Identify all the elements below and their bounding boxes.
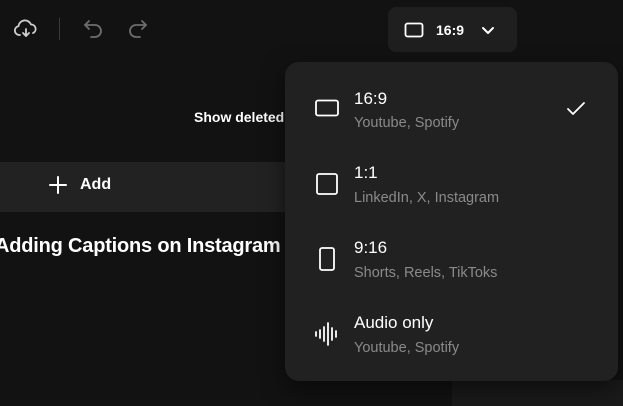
option-title: Audio only bbox=[354, 313, 434, 332]
option-title: 1:1 bbox=[354, 163, 378, 182]
option-subtitle: Youtube, Spotify bbox=[354, 115, 460, 131]
add-button[interactable]: Add bbox=[48, 175, 111, 195]
option-title: 9:16 bbox=[354, 238, 388, 257]
cloud-sync-button[interactable] bbox=[12, 15, 40, 43]
cloud-sync-icon bbox=[13, 19, 37, 37]
rectangle-icon bbox=[404, 22, 424, 37]
add-bar bbox=[0, 162, 300, 212]
project-title[interactable]: Adding Captions on Instagram bbox=[0, 235, 281, 258]
option-16-9[interactable]: 16:9 Youtube, Spotify bbox=[285, 72, 618, 144]
option-subtitle: Shorts, Reels, TikToks bbox=[354, 265, 498, 281]
add-label: Add bbox=[80, 176, 112, 193]
aspect-ratio-label: 16:9 bbox=[436, 21, 465, 38]
waveform-icon bbox=[315, 322, 337, 346]
check-icon bbox=[567, 102, 585, 115]
option-subtitle: Youtube, Spotify bbox=[354, 340, 460, 356]
undo-icon bbox=[84, 20, 102, 38]
option-audio-only[interactable]: Audio only Youtube, Spotify bbox=[285, 298, 618, 370]
toolbar-divider bbox=[59, 18, 60, 40]
portrait-icon bbox=[319, 247, 335, 271]
aspect-ratio-dropdown: 16:9 Youtube, Spotify 1:1 LinkedIn, X, I… bbox=[285, 62, 618, 381]
redo-icon bbox=[129, 20, 147, 38]
option-9-16[interactable]: 9:16 Shorts, Reels, TikToks bbox=[285, 223, 618, 295]
undo-button[interactable] bbox=[79, 15, 107, 43]
square-icon bbox=[316, 173, 338, 195]
option-title: 16:9 bbox=[354, 89, 388, 108]
redo-button[interactable] bbox=[124, 15, 152, 43]
show-deleted-toggle[interactable]: Show deleted bbox=[194, 109, 284, 125]
plus-icon bbox=[49, 176, 67, 194]
aspect-ratio-button[interactable]: 16:9 bbox=[388, 7, 517, 52]
landscape-icon bbox=[315, 99, 339, 117]
option-subtitle: LinkedIn, X, Instagram bbox=[354, 190, 500, 206]
background-panel bbox=[452, 380, 623, 406]
chevron-down-icon bbox=[482, 26, 495, 34]
option-1-1[interactable]: 1:1 LinkedIn, X, Instagram bbox=[285, 148, 618, 220]
